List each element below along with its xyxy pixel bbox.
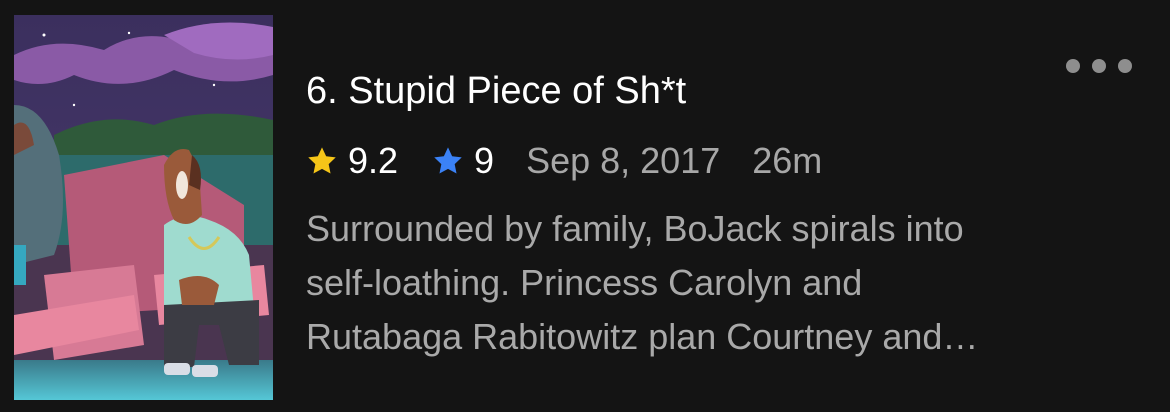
more-horizontal-icon xyxy=(1066,59,1080,73)
more-horizontal-icon xyxy=(1092,59,1106,73)
description-line: Rutabaga Rabitowitz plan Courtney and… xyxy=(306,316,979,357)
description-line: Surrounded by family, BoJack spirals int… xyxy=(306,208,964,249)
episode-thumbnail[interactable] xyxy=(14,15,273,400)
runtime: 26m xyxy=(752,140,823,181)
episode-description: Surrounded by family, BoJack spirals int… xyxy=(306,202,1126,364)
air-date: Sep 8, 2017 xyxy=(526,140,721,181)
episode-meta: 9.2 9 Sep 8, 2017 26m xyxy=(306,139,822,183)
secondary-rating: 9 xyxy=(474,140,495,181)
star-icon xyxy=(306,145,338,177)
primary-rating: 9.2 xyxy=(348,140,399,181)
episode-card[interactable]: 6. Stupid Piece of Sh*t 9.2 9 Sep 8, 201… xyxy=(0,0,1170,412)
star-icon xyxy=(432,145,464,177)
more-options-button[interactable] xyxy=(1066,52,1132,80)
more-horizontal-icon xyxy=(1118,59,1132,73)
description-line: self-loathing. Princess Carolyn and xyxy=(306,262,863,303)
episode-title: 6. Stupid Piece of Sh*t xyxy=(306,70,687,112)
